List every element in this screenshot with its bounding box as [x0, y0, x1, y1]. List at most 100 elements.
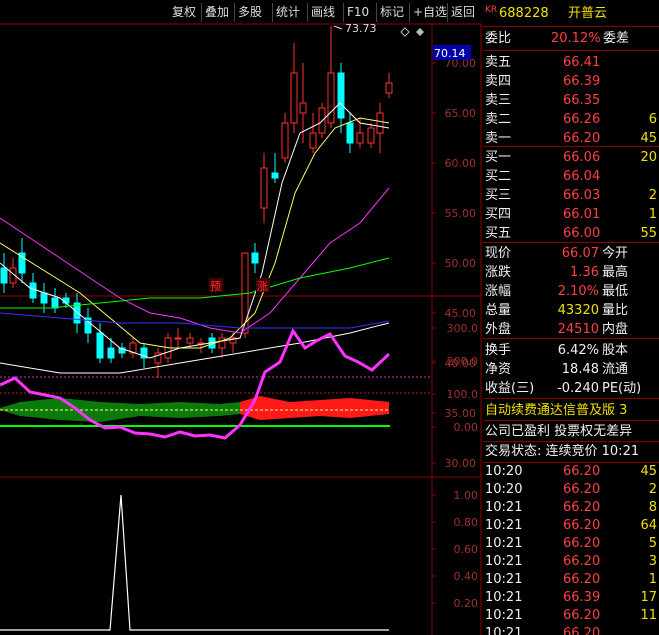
tick-time: 10:20: [485, 482, 523, 497]
ask-row: 卖三 66.35: [483, 91, 659, 110]
stat2-value: -0.240: [557, 381, 599, 396]
signal-label-zhang: 涨: [257, 280, 268, 293]
tick-row: 10:21 66.20 3: [483, 552, 659, 571]
ask-volume: 6: [648, 112, 657, 127]
ind2-axis-label: 0.20: [454, 597, 479, 610]
stat-value: 66.07: [561, 246, 599, 261]
stat-value: 2.10%: [557, 284, 599, 299]
bid-row: 买五 66.00 55: [483, 224, 659, 243]
tick-price: 66.20: [563, 608, 601, 623]
ask-label: 卖五: [485, 55, 512, 70]
tick-time: 10:21: [485, 572, 523, 587]
price-axis-label: 35.00: [445, 407, 477, 420]
candle-body: [346, 122, 354, 144]
tick-volume: 17: [640, 590, 657, 605]
tick-volume: 2: [648, 482, 657, 497]
stat2-row: 换手 6.42% 股本: [483, 341, 659, 360]
tick-row: 10:21 66.20 5: [483, 534, 659, 553]
tick-volume: 64: [640, 518, 657, 533]
tick-volume: 5: [648, 536, 657, 551]
tick-row: 10:21 66.20: [483, 624, 659, 635]
chart-area[interactable]: 复权 叠加 多股 统计 画线 F10 标记 +自选 返回 70.00 65.00 60.00 55.0…: [0, 0, 482, 635]
signal-label-yu: 预: [210, 280, 221, 293]
candle-body: [260, 167, 268, 209]
ind1-axis-label: 200.0: [447, 355, 479, 368]
stat2-label-2: PE(动): [602, 381, 642, 396]
stat2-row: 收益(三) -0.240 PE(动): [483, 379, 659, 398]
quote-panel: KR 688228 开普云 委比 20.12% 委差 卖五 66.41 卖四 66.39 卖三 66.…: [483, 0, 659, 635]
scroll-divider: [483, 420, 659, 421]
tick-time: 10:20: [485, 464, 523, 479]
price-axis-label: 45.00: [445, 307, 477, 320]
stat-label-2: 今开: [602, 246, 629, 261]
bid-price: 66.04: [563, 169, 601, 184]
tick-price: 66.20: [563, 572, 601, 587]
weibi-label: 委比: [485, 31, 512, 46]
ind2-axis-label: 0.80: [454, 516, 479, 529]
bid-label: 买五: [485, 226, 512, 241]
ind2-axis-label: 0.60: [454, 543, 479, 556]
tick-price: 66.20: [563, 626, 601, 635]
candle-body: [0, 267, 8, 284]
stat-label-2: 内盘: [602, 322, 629, 337]
tick-volume: 8: [648, 500, 657, 515]
trade-status: 交易状态: 连续竞价 10:21: [483, 442, 659, 461]
bid-row: 买四 66.01 1: [483, 205, 659, 224]
stat-value: 43320: [557, 303, 599, 318]
tick-volume: 45: [640, 464, 657, 479]
stat-label: 现价: [485, 246, 512, 261]
high-marker-label: 73.73: [345, 22, 377, 35]
candle-body: [299, 102, 307, 114]
candle-body: [29, 282, 37, 299]
orderbook-divider: [483, 146, 659, 147]
tick-volume: 11: [640, 608, 657, 623]
diamond-icon[interactable]: [400, 27, 410, 37]
scroll-notice: 自动续费通达信普及版 3: [483, 401, 659, 420]
bid-row: 买一 66.06 20: [483, 148, 659, 167]
tick-row: 10:21 66.20 1: [483, 570, 659, 589]
candle-body: [40, 292, 48, 304]
candle-body: [356, 132, 364, 144]
bid-price: 66.06: [563, 150, 601, 165]
ask-price: 66.41: [563, 55, 601, 70]
price-axis-label: 55.00: [445, 207, 477, 220]
price-axis-label: 60.00: [445, 157, 477, 170]
stats2-divider: [483, 398, 659, 399]
trade-status-text: 交易状态: 连续竞价 10:21: [485, 444, 640, 459]
scroll-notice-text: 自动续费通达信普及版 3: [485, 403, 628, 418]
company-notice: 公司已盈利 投票权无差异: [483, 422, 659, 441]
weicha-label: 委差: [603, 31, 630, 46]
candle-body: [174, 337, 182, 340]
bid-label: 买三: [485, 188, 512, 203]
candle-body: [107, 347, 115, 359]
bid-price: 66.01: [563, 207, 601, 222]
ma120-line: [0, 312, 390, 329]
candle-body: [51, 297, 59, 309]
candle-body: [327, 72, 335, 124]
stat-value: 24510: [557, 322, 599, 337]
candle-body: [376, 112, 384, 134]
stat-label: 涨幅: [485, 284, 512, 299]
stat-row: 现价 66.07 今开: [483, 244, 659, 263]
tick-row: 10:21 66.20 8: [483, 498, 659, 517]
candle-body: [96, 332, 104, 359]
tick-price: 66.20: [563, 500, 601, 515]
tick-row: 10:21 66.39 17: [483, 588, 659, 607]
tick-price: 66.20: [563, 482, 601, 497]
stat2-value: 6.42%: [557, 343, 599, 358]
candle-body: [367, 127, 375, 144]
stock-name: 开普云: [568, 6, 608, 21]
stat2-label: 换手: [485, 343, 512, 358]
tick-row: 10:21 66.20 64: [483, 516, 659, 535]
diamond-filled-icon[interactable]: [416, 28, 424, 36]
tick-time: 10:21: [485, 500, 523, 515]
ma10-line: [0, 117, 390, 349]
current-price-tag-text: 70.14: [434, 47, 466, 60]
ma20-line: [0, 187, 390, 334]
price-axis-label: 30.00: [445, 457, 477, 470]
bid-label: 买二: [485, 169, 512, 184]
bid-volume: 20: [640, 150, 657, 165]
ask-label: 卖三: [485, 93, 512, 108]
ind1-axis-label: 300.0: [447, 322, 479, 335]
kline-chart[interactable]: 70.0065.0060.0055.0050.0045.0040.0035.00…: [0, 0, 482, 635]
